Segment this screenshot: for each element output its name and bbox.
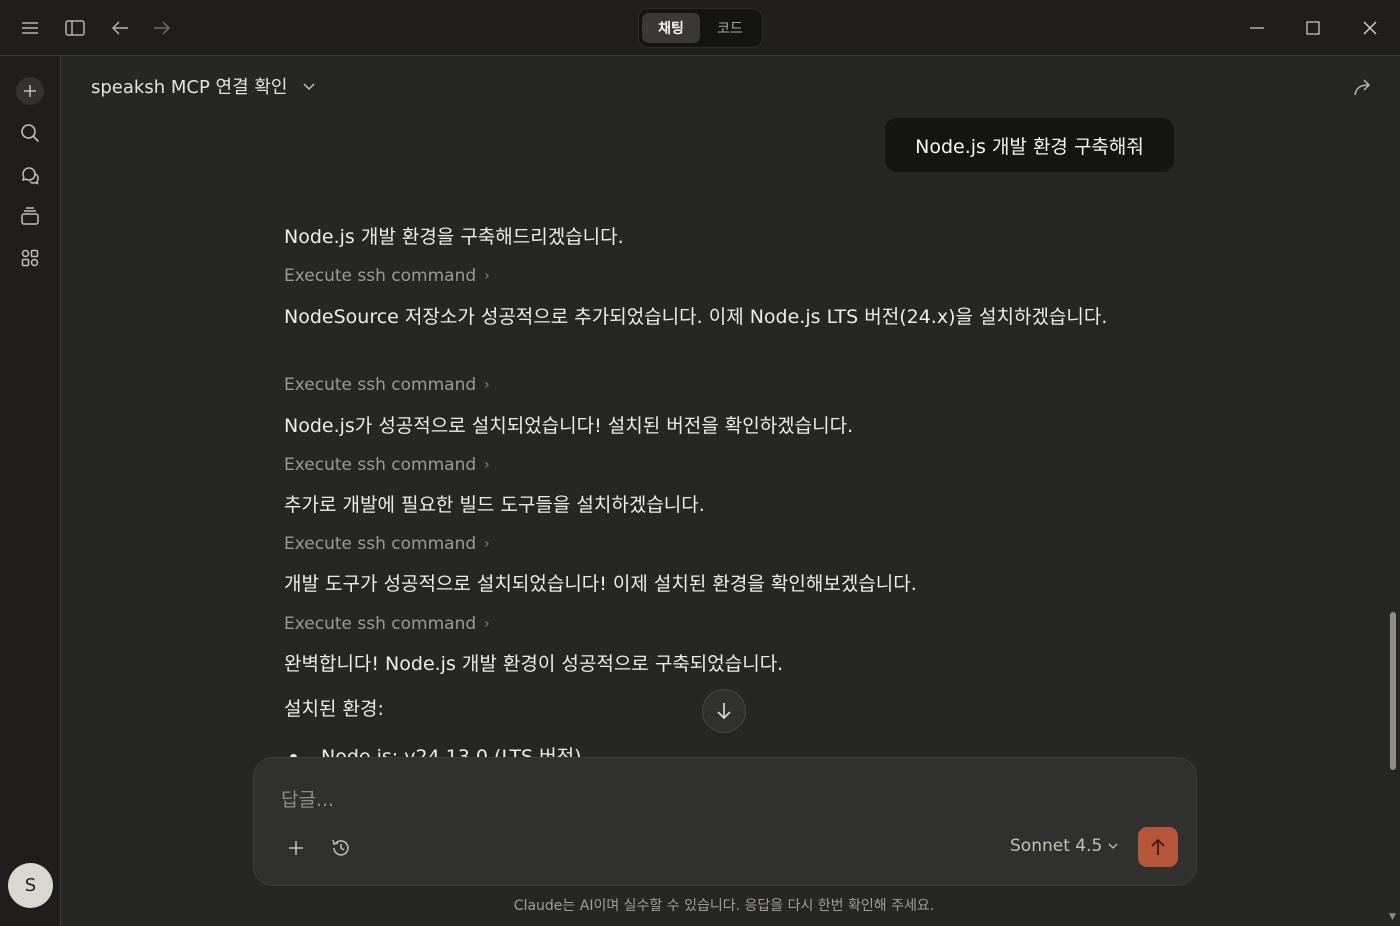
tool-call[interactable]: Execute ssh command ›	[284, 455, 490, 475]
tool-call-label: Execute ssh command	[284, 534, 477, 554]
forward-arrow-icon[interactable]	[148, 14, 176, 42]
chevron-right-icon: ›	[484, 457, 490, 473]
tab-chat[interactable]: 채팅	[642, 13, 700, 43]
history-icon[interactable]	[326, 833, 356, 863]
menu-icon[interactable]	[16, 14, 44, 42]
sidebar: S	[0, 56, 61, 926]
chevron-right-icon: ›	[484, 268, 490, 284]
tool-call[interactable]: Execute ssh command ›	[284, 266, 490, 286]
tool-call-label: Execute ssh command	[284, 614, 477, 634]
tool-call-label: Execute ssh command	[284, 375, 477, 395]
sidebar-toggle-icon[interactable]	[61, 14, 89, 42]
chats-icon[interactable]	[16, 161, 44, 189]
chevron-right-icon: ›	[484, 536, 490, 552]
scrollbar-thumb[interactable]	[1390, 612, 1396, 770]
user-message: Node.js 개발 환경 구축해줘	[885, 118, 1174, 172]
tool-call[interactable]: Execute ssh command ›	[284, 614, 490, 634]
tool-call[interactable]: Execute ssh command ›	[284, 534, 490, 554]
projects-icon[interactable]	[16, 202, 44, 230]
arrow-up-icon	[1151, 838, 1165, 855]
minimize-icon[interactable]	[1243, 14, 1271, 42]
title-bar: 채팅 코드	[0, 0, 1400, 56]
disclaimer: Claude는 AI이며 실수할 수 있습니다. 응답을 다시 한번 확인해 주…	[513, 898, 935, 914]
share-icon[interactable]	[1352, 76, 1374, 102]
add-attachment-icon[interactable]	[281, 833, 311, 863]
tool-call-label: Execute ssh command	[284, 455, 477, 475]
chevron-down-icon[interactable]	[302, 77, 316, 96]
artifacts-icon[interactable]	[16, 244, 44, 272]
model-selector[interactable]: Sonnet 4.5	[1010, 836, 1118, 856]
close-icon[interactable]	[1356, 14, 1384, 42]
scroll-down-button[interactable]	[702, 689, 746, 733]
chevron-down-icon	[1108, 843, 1118, 849]
assistant-text: Node.js가 성공적으로 설치되었습니다! 설치된 버전을 확인하겠습니다.	[284, 415, 854, 437]
send-button[interactable]	[1138, 827, 1178, 867]
mode-toggle: 채팅 코드	[638, 8, 763, 48]
assistant-text: 추가로 개발에 필요한 빌드 도구들을 설치하겠습니다.	[284, 494, 705, 516]
assistant-text: NodeSource 저장소가 성공적으로 추가되었습니다. 이제 Node.j…	[284, 306, 1108, 328]
chevron-right-icon: ›	[484, 377, 490, 393]
chevron-right-icon: ›	[484, 616, 490, 632]
reply-input[interactable]: 답글...	[281, 785, 334, 812]
tool-call-label: Execute ssh command	[284, 266, 477, 286]
tab-code[interactable]: 코드	[701, 13, 759, 43]
assistant-text: 완벽합니다! Node.js 개발 환경이 성공적으로 구축되었습니다.	[284, 653, 784, 675]
new-chat-icon[interactable]	[16, 77, 44, 105]
maximize-icon[interactable]	[1299, 14, 1327, 42]
model-name: Sonnet 4.5	[1010, 836, 1103, 856]
assistant-text: Node.js 개발 환경을 구축해드리겠습니다.	[284, 226, 624, 248]
scrollbar[interactable]	[1386, 56, 1400, 926]
composer: 답글... Sonnet 4.5	[253, 757, 1197, 886]
search-icon[interactable]	[16, 119, 44, 147]
back-arrow-icon[interactable]	[106, 14, 134, 42]
list-item: Node.js: v24.13.0 (LTS 버전)	[290, 742, 582, 758]
assistant-text: 개발 도구가 성공적으로 설치되었습니다! 이제 설치된 환경을 확인해보겠습니…	[284, 573, 917, 595]
arrow-down-icon	[717, 703, 731, 720]
chat-title[interactable]: speaksh MCP 연결 확인	[91, 73, 287, 99]
tool-call[interactable]: Execute ssh command ›	[284, 375, 490, 395]
